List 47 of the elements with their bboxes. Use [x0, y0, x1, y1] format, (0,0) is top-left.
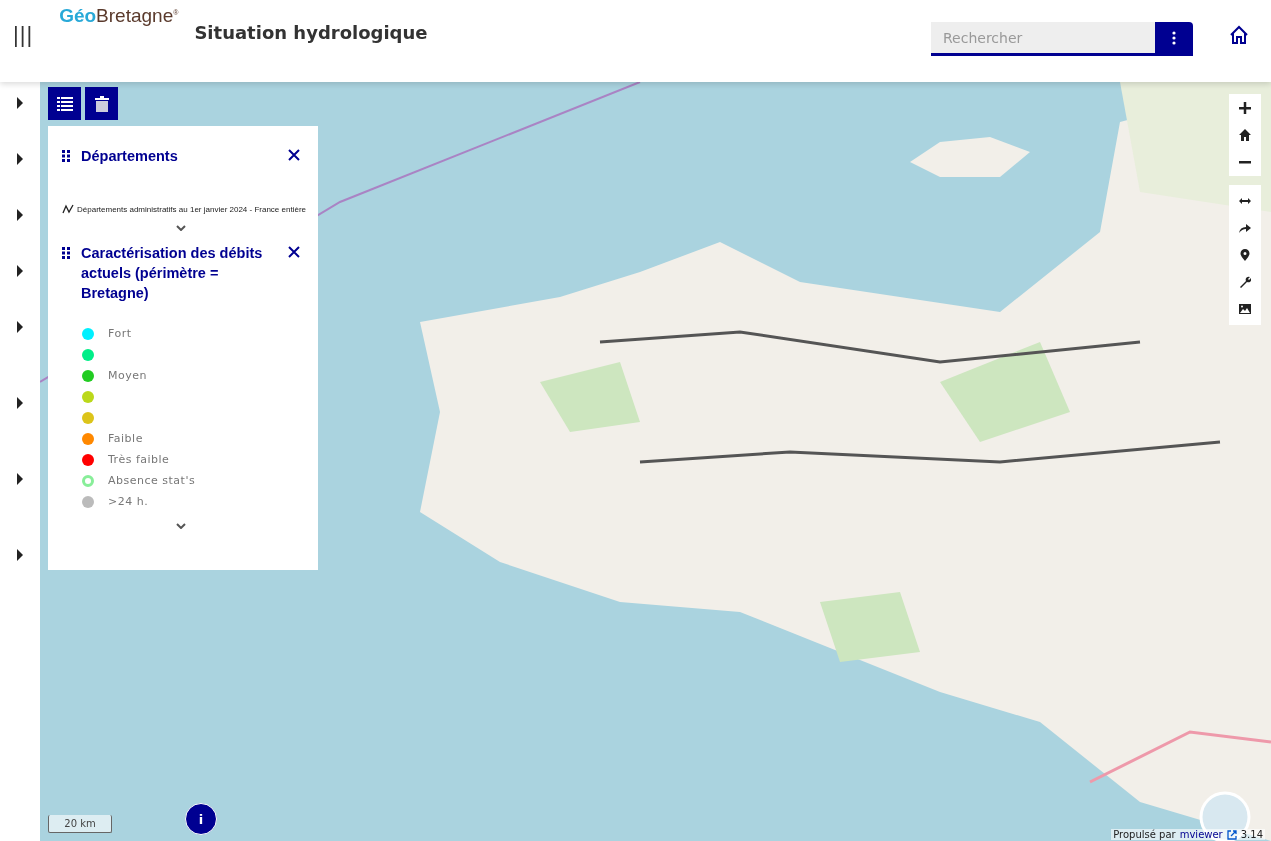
caret-icon[interactable]	[16, 549, 24, 561]
search-field[interactable]: Rechercher	[931, 22, 1155, 53]
legend-label: Très faible	[108, 453, 170, 466]
close-icon[interactable]	[288, 149, 300, 161]
legend-label: >24 h.	[108, 495, 149, 508]
attribution-text: Propulsé par	[1113, 829, 1176, 840]
caret-icon[interactable]	[16, 209, 24, 221]
more-icon	[1172, 30, 1176, 45]
caret-icon[interactable]	[16, 97, 24, 109]
line-symbol-icon	[62, 204, 74, 214]
home-icon[interactable]	[1229, 25, 1249, 45]
layer-title: Caractérisation des débits actuels (périmètre = Bretagne)	[81, 244, 264, 303]
list-icon	[56, 96, 73, 111]
caret-icon[interactable]	[16, 473, 24, 485]
wrench-icon[interactable]	[1239, 276, 1251, 288]
external-link-icon[interactable]	[1226, 829, 1237, 840]
home-icon[interactable]	[1239, 129, 1251, 141]
legend-button[interactable]	[48, 87, 81, 120]
attribution-link[interactable]: mviewer	[1179, 829, 1223, 840]
trash-icon	[94, 95, 109, 112]
drag-handle-icon[interactable]	[62, 150, 70, 162]
zoom-in-icon[interactable]	[1239, 102, 1251, 114]
version-text: 3.14	[1240, 829, 1263, 840]
legend-label: Moyen	[108, 369, 147, 382]
options-button[interactable]	[1155, 22, 1193, 53]
legend-label: Faible	[108, 432, 143, 445]
legend-label: Fort	[108, 327, 132, 340]
caret-icon[interactable]	[16, 321, 24, 333]
legend-label: Absence stat's	[108, 474, 196, 487]
share-arrow-icon[interactable]	[1239, 222, 1251, 234]
drag-handle-icon[interactable]	[62, 247, 70, 259]
delete-button[interactable]	[85, 87, 118, 120]
chevron-icon[interactable]	[176, 523, 186, 529]
measure-icon[interactable]	[1239, 195, 1251, 207]
close-icon[interactable]	[288, 246, 300, 258]
chevron-icon[interactable]	[176, 225, 186, 231]
image-icon[interactable]	[1239, 303, 1251, 315]
caret-icon[interactable]	[16, 397, 24, 409]
pin-icon[interactable]	[1239, 249, 1251, 261]
caret-icon[interactable]	[16, 265, 24, 277]
scale-bar: 20 km	[48, 815, 112, 833]
app-title: Situation hydrologique	[194, 22, 428, 43]
caret-icon[interactable]	[16, 153, 24, 165]
logo: GéoBretagne$^{®}$	[59, 4, 179, 28]
menu-button[interactable]: |||	[13, 22, 34, 48]
layer-title: Départements	[81, 147, 179, 166]
layer-description: Départements administratifs au 1er janvier 2024 - France entière	[77, 204, 306, 214]
